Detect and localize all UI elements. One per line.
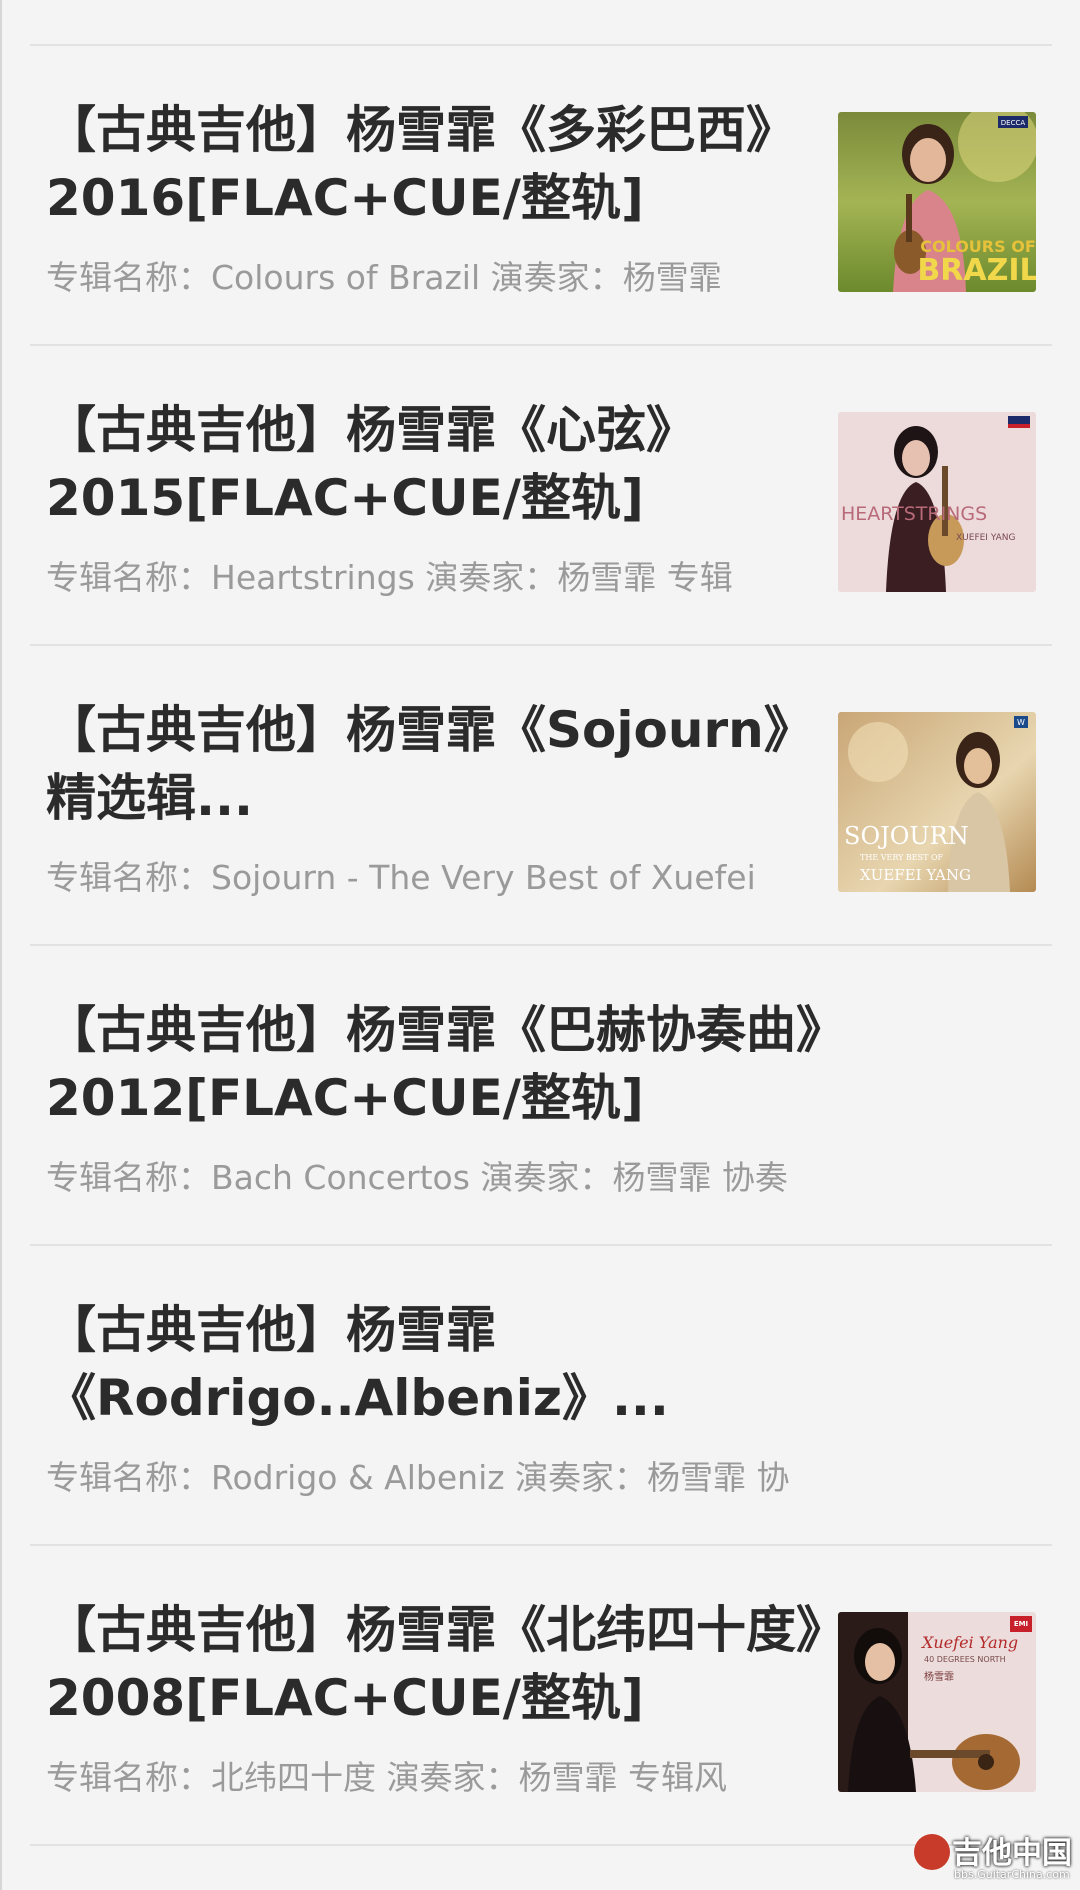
- list-item[interactable]: 【古典吉他】杨雪霏《巴赫协奏曲》2012[FLAC+CUE/整轨] 专辑名称：B…: [30, 946, 1052, 1244]
- item-title[interactable]: 【古典吉他】杨雪霏《北纬四十度》2008[FLAC+CUE/整轨]: [46, 1596, 826, 1732]
- cover-text: HEARTSTRINGS: [841, 503, 987, 525]
- album-cover-thumbnail[interactable]: EMI Xuefei Yang 40 DEGREES NORTH 杨雪霏: [838, 1612, 1036, 1792]
- item-subtitle: 专辑名称：Heartstrings 演奏家：杨雪霏 专辑: [46, 558, 733, 597]
- watermark-url: bbs.GuitarChina.com: [954, 1868, 1070, 1881]
- item-title[interactable]: 【古典吉他】杨雪霏《巴赫协奏曲》2012[FLAC+CUE/整轨]: [46, 996, 846, 1132]
- cover-text: XUEFEI YANG: [860, 866, 971, 884]
- item-title[interactable]: 【古典吉他】杨雪霏《Sojourn》精选辑...: [46, 696, 826, 832]
- item-title[interactable]: 【古典吉他】杨雪霏《多彩巴西》2016[FLAC+CUE/整轨]: [46, 96, 826, 232]
- item-subtitle: 专辑名称：Colours of Brazil 演奏家：杨雪霏: [46, 258, 722, 297]
- item-subtitle: 专辑名称：北纬四十度 演奏家：杨雪霏 专辑风: [46, 1758, 727, 1797]
- divider: [30, 1844, 1052, 1846]
- album-cover-thumbnail[interactable]: HEARTSTRINGS XUEFEI YANG: [838, 412, 1036, 592]
- cover-text: Xuefei Yang: [920, 1633, 1018, 1652]
- album-cover-thumbnail[interactable]: DECCA COLOURS OF BRAZIL: [838, 112, 1036, 292]
- site-watermark: 吉他中国 bbs.GuitarChina.com: [914, 1828, 1074, 1888]
- list-item[interactable]: 【古典吉他】杨雪霏《Rodrigo..Albeniz》... 专辑名称：Rodr…: [30, 1246, 1052, 1544]
- list-item[interactable]: 【古典吉他】杨雪霏《北纬四十度》2008[FLAC+CUE/整轨] 专辑名称：北…: [30, 1546, 1052, 1844]
- item-subtitle: 专辑名称：Bach Concertos 演奏家：杨雪霏 协奏: [46, 1158, 788, 1197]
- cover-text: BRAZIL: [917, 253, 1036, 288]
- cover-text: 杨雪霏: [924, 1670, 954, 1683]
- guitar-logo-icon: [914, 1834, 950, 1870]
- item-title[interactable]: 【古典吉他】杨雪霏《心弦》2015[FLAC+CUE/整轨]: [46, 396, 826, 532]
- item-title[interactable]: 【古典吉他】杨雪霏《Rodrigo..Albeniz》...: [46, 1296, 706, 1432]
- list-item[interactable]: 【古典吉他】杨雪霏《Sojourn》精选辑... 专辑名称：Sojourn - …: [30, 646, 1052, 944]
- label-logo: W: [1017, 718, 1025, 727]
- list-item[interactable]: 【古典吉他】杨雪霏《心弦》2015[FLAC+CUE/整轨] 专辑名称：Hear…: [30, 346, 1052, 644]
- label-logo: EMI: [1014, 1620, 1028, 1628]
- cover-text: 40 DEGREES NORTH: [924, 1655, 1006, 1664]
- album-cover-thumbnail[interactable]: W SOJOURN THE VERY BEST OF XUEFEI YANG: [838, 712, 1036, 892]
- item-subtitle: 专辑名称：Rodrigo & Albeniz 演奏家：杨雪霏 协: [46, 1458, 790, 1497]
- watermark-title: 吉他中国: [952, 1836, 1072, 1871]
- cover-text: XUEFEI YANG: [956, 533, 1016, 543]
- label-logo: DECCA: [1001, 119, 1026, 127]
- left-edge-line: [0, 0, 2, 1890]
- item-subtitle: 专辑名称：Sojourn - The Very Best of Xuefei: [46, 858, 756, 897]
- article-list-page: 【古典吉他】杨雪霏《多彩巴西》2016[FLAC+CUE/整轨] 专辑名称：Co…: [0, 0, 1080, 1890]
- cover-text: SOJOURN: [844, 822, 969, 850]
- cover-text: THE VERY BEST OF: [860, 853, 944, 862]
- list-item[interactable]: 【古典吉他】杨雪霏《多彩巴西》2016[FLAC+CUE/整轨] 专辑名称：Co…: [30, 46, 1052, 344]
